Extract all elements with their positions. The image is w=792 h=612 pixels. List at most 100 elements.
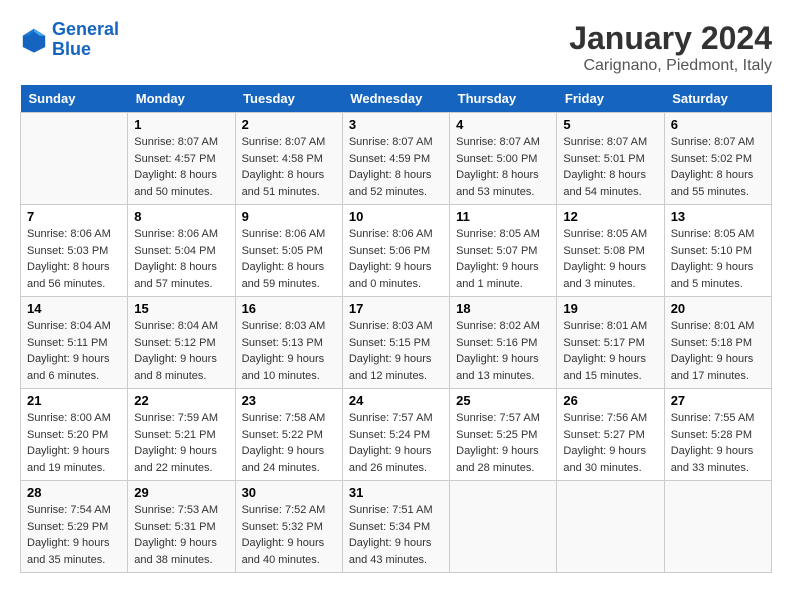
subtitle: Carignano, Piedmont, Italy (569, 57, 772, 75)
day-detail: Sunrise: 8:07 AMSunset: 5:02 PMDaylight:… (671, 134, 765, 200)
calendar-cell: 31 Sunrise: 7:51 AMSunset: 5:34 PMDayligh… (342, 481, 449, 573)
day-number: 4 (456, 117, 550, 132)
day-detail: Sunrise: 8:01 AMSunset: 5:18 PMDaylight:… (671, 318, 765, 384)
calendar-cell: 16 Sunrise: 8:03 AMSunset: 5:13 PMDayligh… (235, 297, 342, 389)
calendar-week-5: 28Sunrise: 7:54 AMSunset: 5:29 PMDayligh… (21, 481, 772, 573)
calendar-cell: 8 Sunrise: 8:06 AMSunset: 5:04 PMDaylight… (128, 205, 235, 297)
day-detail: Sunrise: 8:06 AMSunset: 5:04 PMDaylight:… (134, 226, 228, 292)
day-detail: Sunrise: 8:06 AMSunset: 5:03 PMDaylight:… (27, 226, 121, 292)
day-detail: Sunrise: 7:57 AMSunset: 5:25 PMDaylight:… (456, 410, 550, 476)
calendar-week-1: 1 Sunrise: 8:07 AMSunset: 4:57 PMDaylight… (21, 113, 772, 205)
calendar-cell: 7 Sunrise: 8:06 AMSunset: 5:03 PMDaylight… (21, 205, 128, 297)
calendar-cell (21, 113, 128, 205)
day-detail: Sunrise: 8:00 AMSunset: 5:20 PMDaylight:… (27, 410, 121, 476)
calendar-cell: 18 Sunrise: 8:02 AMSunset: 5:16 PMDayligh… (450, 297, 557, 389)
calendar-cell: 17 Sunrise: 8:03 AMSunset: 5:15 PMDayligh… (342, 297, 449, 389)
day-detail: Sunrise: 8:03 AMSunset: 5:13 PMDaylight:… (242, 318, 336, 384)
day-number: 19 (563, 301, 657, 316)
day-number: 7 (27, 209, 121, 224)
day-detail: Sunrise: 7:57 AMSunset: 5:24 PMDaylight:… (349, 410, 443, 476)
calendar-week-2: 7 Sunrise: 8:06 AMSunset: 5:03 PMDaylight… (21, 205, 772, 297)
day-number: 8 (134, 209, 228, 224)
day-number: 23 (242, 393, 336, 408)
calendar-cell: 6Sunrise: 8:07 AMSunset: 5:02 PMDaylight… (664, 113, 771, 205)
day-number: 2 (242, 117, 336, 132)
calendar-cell: 25 Sunrise: 7:57 AMSunset: 5:25 PMDayligh… (450, 389, 557, 481)
day-number: 27 (671, 393, 765, 408)
calendar-cell: 29Sunrise: 7:53 AMSunset: 5:31 PMDayligh… (128, 481, 235, 573)
calendar-cell: 23 Sunrise: 7:58 AMSunset: 5:22 PMDayligh… (235, 389, 342, 481)
day-header-saturday: Saturday (664, 85, 771, 113)
day-number: 31 (349, 485, 443, 500)
day-detail: Sunrise: 7:56 AMSunset: 5:27 PMDaylight:… (563, 410, 657, 476)
calendar-cell: 24 Sunrise: 7:57 AMSunset: 5:24 PMDayligh… (342, 389, 449, 481)
calendar-cell: 14 Sunrise: 8:04 AMSunset: 5:11 PMDayligh… (21, 297, 128, 389)
day-number: 12 (563, 209, 657, 224)
day-detail: Sunrise: 8:03 AMSunset: 5:15 PMDaylight:… (349, 318, 443, 384)
calendar-cell: 15 Sunrise: 8:04 AMSunset: 5:12 PMDayligh… (128, 297, 235, 389)
day-detail: Sunrise: 8:05 AMSunset: 5:10 PMDaylight:… (671, 226, 765, 292)
calendar-cell: 1 Sunrise: 8:07 AMSunset: 4:57 PMDaylight… (128, 113, 235, 205)
day-number: 18 (456, 301, 550, 316)
calendar-cell: 20 Sunrise: 8:01 AMSunset: 5:18 PMDayligh… (664, 297, 771, 389)
logo: General Blue (20, 20, 119, 60)
day-detail: Sunrise: 8:07 AMSunset: 5:00 PMDaylight:… (456, 134, 550, 200)
calendar-cell (557, 481, 664, 573)
calendar-cell: 2 Sunrise: 8:07 AMSunset: 4:58 PMDaylight… (235, 113, 342, 205)
day-detail: Sunrise: 8:04 AMSunset: 5:12 PMDaylight:… (134, 318, 228, 384)
day-detail: Sunrise: 8:07 AMSunset: 4:57 PMDaylight:… (134, 134, 228, 200)
day-detail: Sunrise: 8:05 AMSunset: 5:08 PMDaylight:… (563, 226, 657, 292)
day-number: 10 (349, 209, 443, 224)
calendar-cell: 3 Sunrise: 8:07 AMSunset: 4:59 PMDaylight… (342, 113, 449, 205)
day-number: 20 (671, 301, 765, 316)
calendar-cell: 27 Sunrise: 7:55 AMSunset: 5:28 PMDayligh… (664, 389, 771, 481)
calendar-cell: 22 Sunrise: 7:59 AMSunset: 5:21 PMDayligh… (128, 389, 235, 481)
day-detail: Sunrise: 7:58 AMSunset: 5:22 PMDaylight:… (242, 410, 336, 476)
day-detail: Sunrise: 8:07 AMSunset: 4:58 PMDaylight:… (242, 134, 336, 200)
calendar-cell: 26 Sunrise: 7:56 AMSunset: 5:27 PMDayligh… (557, 389, 664, 481)
day-detail: Sunrise: 8:05 AMSunset: 5:07 PMDaylight:… (456, 226, 550, 292)
calendar-cell: 28Sunrise: 7:54 AMSunset: 5:29 PMDayligh… (21, 481, 128, 573)
day-detail: Sunrise: 7:55 AMSunset: 5:28 PMDaylight:… (671, 410, 765, 476)
calendar-cell: 21 Sunrise: 8:00 AMSunset: 5:20 PMDayligh… (21, 389, 128, 481)
header: General Blue January 2024 Carignano, Pie… (20, 20, 772, 75)
calendar-cell: 10 Sunrise: 8:06 AMSunset: 5:06 PMDayligh… (342, 205, 449, 297)
day-number: 21 (27, 393, 121, 408)
day-number: 15 (134, 301, 228, 316)
calendar-week-4: 21 Sunrise: 8:00 AMSunset: 5:20 PMDayligh… (21, 389, 772, 481)
day-detail: Sunrise: 7:52 AMSunset: 5:32 PMDaylight:… (242, 502, 336, 568)
day-detail: Sunrise: 8:02 AMSunset: 5:16 PMDaylight:… (456, 318, 550, 384)
day-number: 11 (456, 209, 550, 224)
calendar-cell: 4 Sunrise: 8:07 AMSunset: 5:00 PMDaylight… (450, 113, 557, 205)
calendar-cell: 30Sunrise: 7:52 AMSunset: 5:32 PMDayligh… (235, 481, 342, 573)
day-detail: Sunrise: 8:04 AMSunset: 5:11 PMDaylight:… (27, 318, 121, 384)
day-number: 17 (349, 301, 443, 316)
day-number: 26 (563, 393, 657, 408)
day-number: 14 (27, 301, 121, 316)
calendar-cell (664, 481, 771, 573)
day-detail: Sunrise: 8:06 AMSunset: 5:05 PMDaylight:… (242, 226, 336, 292)
day-detail: Sunrise: 7:59 AMSunset: 5:21 PMDaylight:… (134, 410, 228, 476)
calendar-cell: 5Sunrise: 8:07 AMSunset: 5:01 PMDaylight… (557, 113, 664, 205)
calendar-week-3: 14 Sunrise: 8:04 AMSunset: 5:11 PMDayligh… (21, 297, 772, 389)
day-number: 24 (349, 393, 443, 408)
day-header-thursday: Thursday (450, 85, 557, 113)
day-number: 16 (242, 301, 336, 316)
day-number: 22 (134, 393, 228, 408)
day-detail: Sunrise: 7:51 AMSunset: 5:34 PMDaylight:… (349, 502, 443, 568)
day-number: 9 (242, 209, 336, 224)
day-number: 25 (456, 393, 550, 408)
day-number: 5 (563, 117, 657, 132)
day-number: 29 (134, 485, 228, 500)
main-title: January 2024 (569, 20, 772, 57)
day-detail: Sunrise: 8:06 AMSunset: 5:06 PMDaylight:… (349, 226, 443, 292)
calendar-cell: 12 Sunrise: 8:05 AMSunset: 5:08 PMDayligh… (557, 205, 664, 297)
day-detail: Sunrise: 8:01 AMSunset: 5:17 PMDaylight:… (563, 318, 657, 384)
calendar-cell (450, 481, 557, 573)
day-number: 1 (134, 117, 228, 132)
calendar-cell: 11 Sunrise: 8:05 AMSunset: 5:07 PMDayligh… (450, 205, 557, 297)
day-detail: Sunrise: 8:07 AMSunset: 4:59 PMDaylight:… (349, 134, 443, 200)
day-number: 3 (349, 117, 443, 132)
day-header-friday: Friday (557, 85, 664, 113)
day-header-monday: Monday (128, 85, 235, 113)
